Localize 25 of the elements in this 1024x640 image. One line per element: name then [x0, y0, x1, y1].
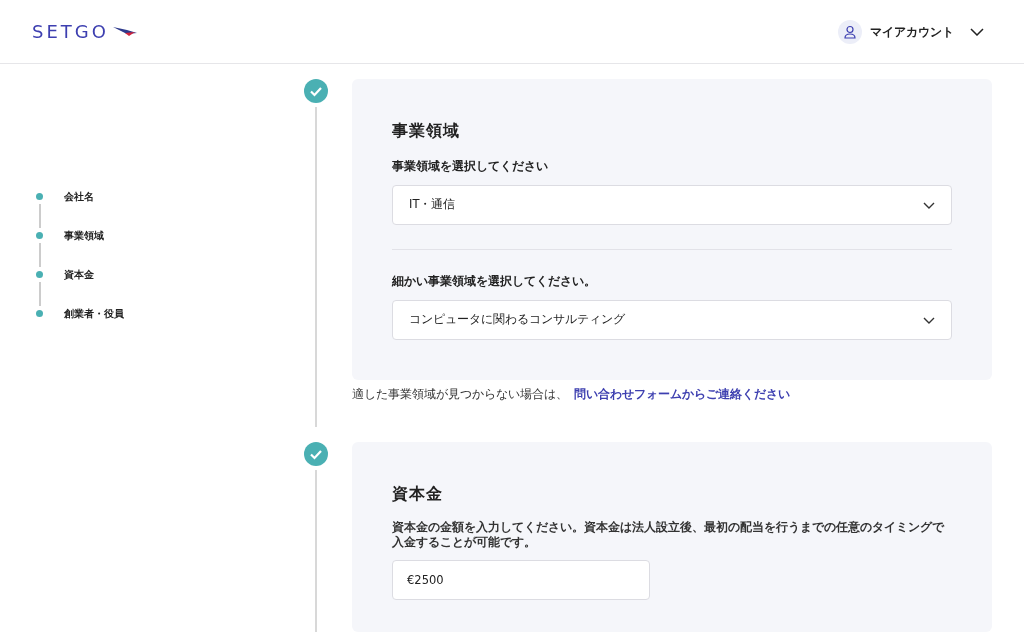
step-link[interactable]: 会社名: [64, 193, 94, 200]
section-title: 資本金: [392, 483, 444, 505]
logo-text: SETGO: [32, 20, 109, 44]
field-label: 事業領域を選択してください: [392, 158, 549, 175]
account-menu-link[interactable]: マイアカウント: [870, 22, 954, 41]
select-field[interactable]: IT・通信: [392, 185, 952, 225]
select-field[interactable]: コンピュータに関わるコンサルティング: [392, 300, 952, 340]
user-icon[interactable]: [838, 19, 862, 44]
step-dot: [36, 310, 43, 317]
step-dot: [36, 271, 43, 278]
bird-icon: [112, 25, 137, 38]
step-dot: [36, 232, 43, 239]
section-title: 事業領域: [392, 120, 461, 142]
chevron-down-icon[interactable]: [923, 316, 935, 324]
field-label: 細かい事業領域を選択してください。: [392, 273, 597, 290]
contact-form-link[interactable]: 問い合わせフォームからご連絡ください: [574, 387, 790, 401]
step-link[interactable]: 創業者・役員: [64, 310, 124, 317]
step-link[interactable]: 資本金: [64, 271, 94, 278]
chevron-down-icon[interactable]: [923, 201, 935, 209]
step-dot: [36, 193, 43, 200]
field-label: 資本金の金額を入力してください。資本金は法人設立後、最初の配当を行うまでの任意のタイミングで入金することが可能です。: [392, 520, 946, 550]
help-text: 適した事業領域が見つからない場合は、: [352, 387, 568, 401]
amount-input[interactable]: €2500: [392, 560, 650, 600]
chevron-down-icon[interactable]: [970, 27, 984, 36]
step-link[interactable]: 事業領域: [64, 232, 104, 239]
